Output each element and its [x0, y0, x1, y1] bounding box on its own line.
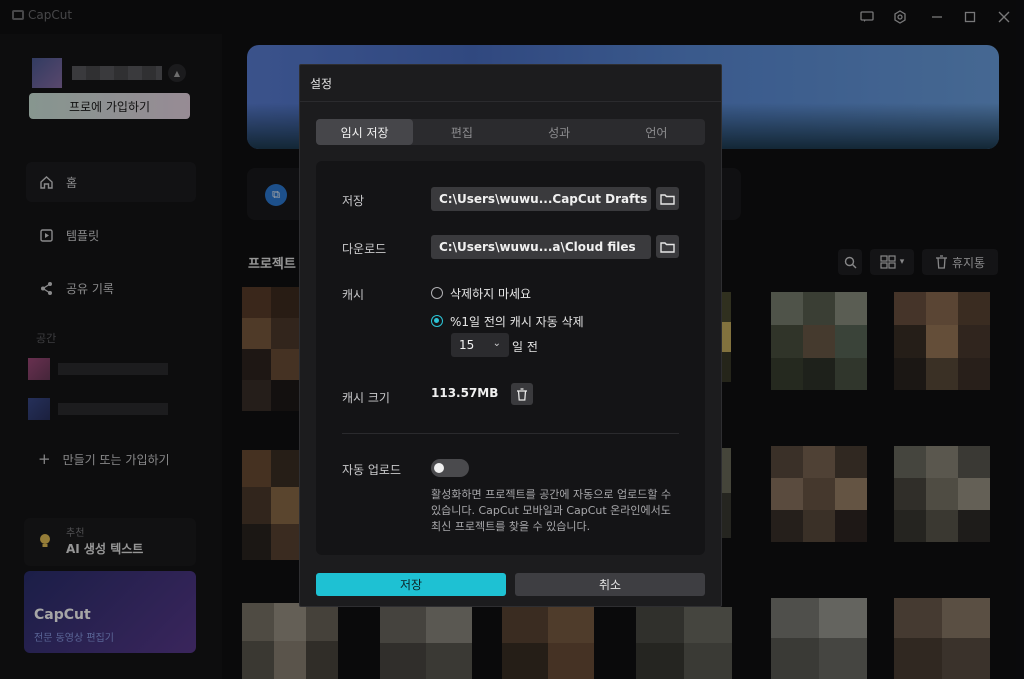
dialog-divider — [300, 101, 721, 102]
tab-language[interactable]: 언어 — [608, 119, 705, 145]
cache-size-label: 캐시 크기 — [342, 391, 390, 405]
cache-size-value: 113.57MB — [431, 386, 499, 400]
toggle-knob — [434, 463, 444, 473]
capcut-app: CapCut ▲ 프로에 가입하기 홈 템플릿 공유 기록 공간 + 만들기 또… — [0, 0, 1024, 679]
auto-upload-description: 활성화하면 프로젝트를 공간에 자동으로 업로드할 수 있습니다. CapCut… — [431, 488, 672, 533]
radio-auto-delete-label: %1일 전의 캐시 자동 삭제 — [450, 315, 584, 329]
settings-dialog: 설정 임시 저장 편집 성과 언어 저장 C:\Users\wuwu...Cap… — [299, 64, 722, 607]
radio-dont-delete-label: 삭제하지 마세요 — [450, 287, 532, 301]
auto-upload-label: 자동 업로드 — [342, 463, 402, 477]
days-select[interactable]: 15 ⌄ — [451, 333, 509, 357]
panel-divider — [342, 433, 679, 434]
tab-temporary-save[interactable]: 임시 저장 — [316, 119, 414, 145]
download-location-label: 다운로드 — [342, 242, 387, 256]
save-location-label: 저장 — [342, 194, 365, 208]
save-folder-button[interactable] — [656, 187, 679, 210]
save-path-field[interactable]: C:\Users\wuwu...CapCut Drafts — [431, 187, 651, 211]
auto-upload-toggle[interactable] — [431, 459, 469, 477]
download-path-field[interactable]: C:\Users\wuwu...a\Cloud files — [431, 235, 651, 259]
settings-tabs: 임시 저장 편집 성과 언어 — [316, 119, 705, 145]
chevron-down-icon: ⌄ — [492, 338, 501, 349]
folder-icon — [660, 193, 675, 205]
cancel-button[interactable]: 취소 — [515, 573, 705, 596]
days-select-value: 15 — [459, 338, 475, 352]
radio-auto-delete[interactable] — [431, 315, 443, 327]
save-button[interactable]: 저장 — [316, 573, 506, 596]
tab-edit[interactable]: 편집 — [413, 119, 510, 145]
trash-icon — [517, 387, 527, 401]
radio-dont-delete[interactable] — [431, 287, 443, 299]
tab-performance[interactable]: 성과 — [511, 119, 608, 145]
download-folder-button[interactable] — [656, 235, 679, 258]
dialog-title: 설정 — [310, 77, 333, 91]
folder-icon — [660, 241, 675, 253]
days-suffix: 일 전 — [512, 340, 538, 354]
clear-cache-button[interactable] — [511, 383, 533, 405]
cache-label: 캐시 — [342, 288, 365, 302]
settings-panel: 저장 C:\Users\wuwu...CapCut Drafts 다운로드 C:… — [316, 161, 705, 555]
